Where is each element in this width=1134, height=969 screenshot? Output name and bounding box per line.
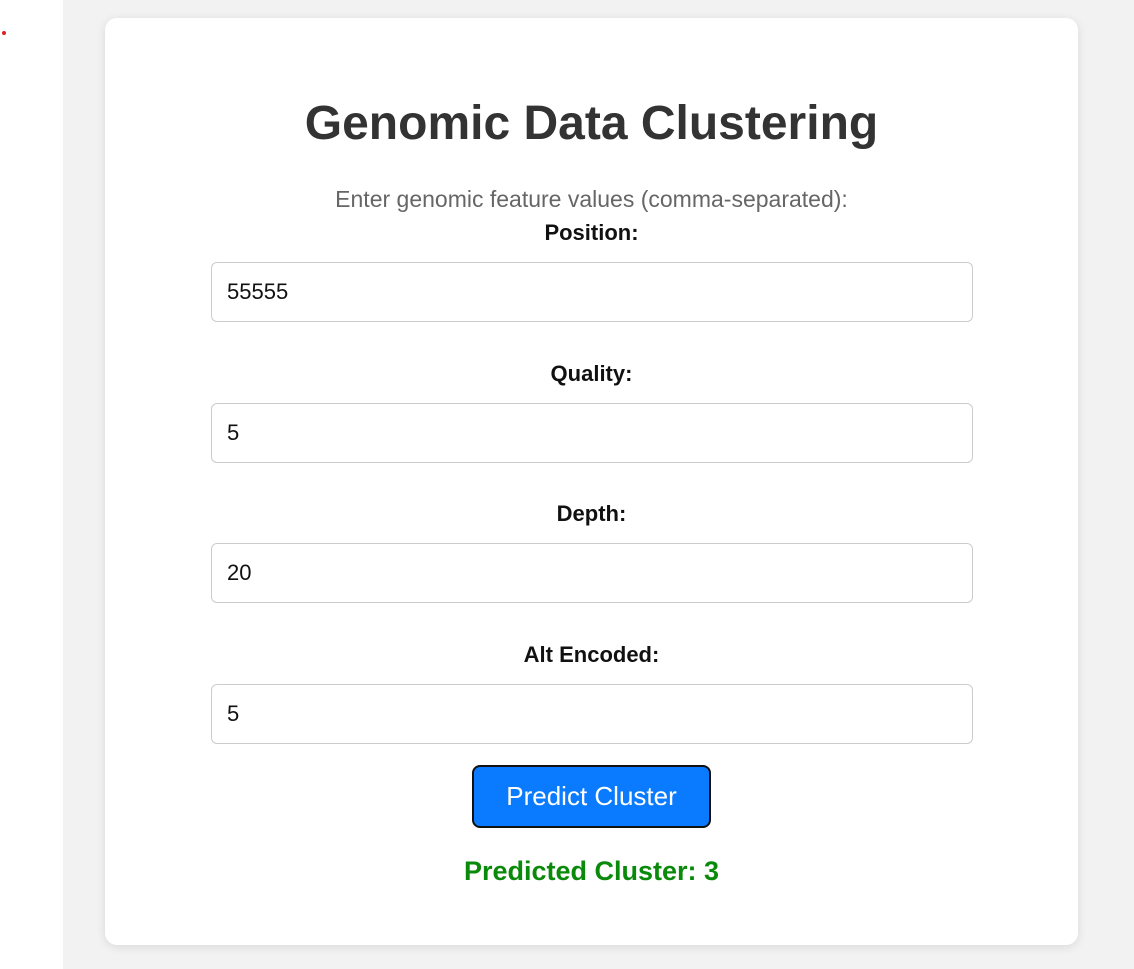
quality-label: Quality:: [550, 361, 633, 386]
page-title: Genomic Data Clustering: [304, 97, 879, 150]
alt-encoded-input[interactable]: [211, 684, 973, 744]
quality-input[interactable]: [211, 403, 973, 463]
alt-encoded-label: Alt Encoded:: [523, 642, 660, 667]
left-margin: [0, 0, 63, 969]
depth-label: Depth:: [556, 501, 627, 526]
predicted-cluster-result: Predicted Cluster: 3: [463, 856, 720, 886]
position-input[interactable]: [211, 262, 973, 322]
depth-input[interactable]: [211, 543, 973, 603]
red-dot-marker: [2, 31, 6, 35]
instructions-text: Enter genomic feature values (comma-sepa…: [335, 186, 848, 212]
clustering-card: Genomic Data Clustering Enter genomic fe…: [105, 18, 1078, 945]
position-label: Position:: [544, 220, 639, 245]
predict-cluster-button[interactable]: Predict Cluster: [472, 765, 711, 828]
